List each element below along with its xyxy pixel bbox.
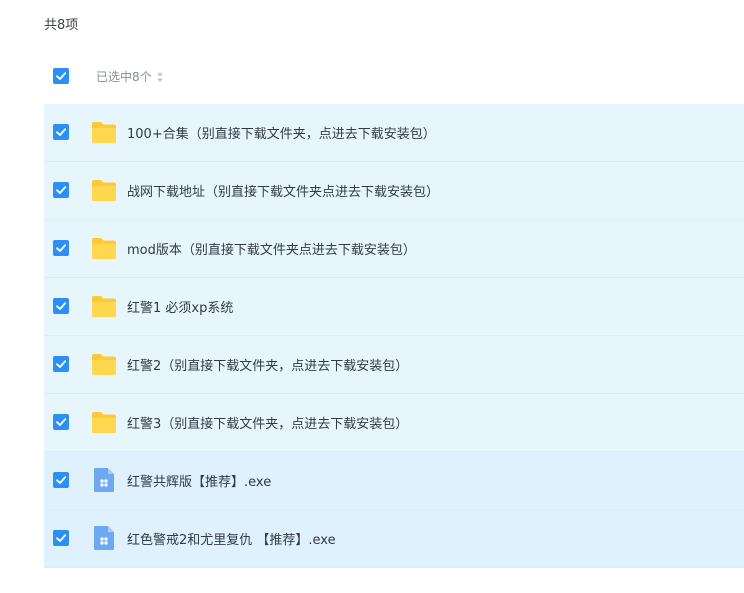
item-count: 共8项	[44, 18, 79, 33]
checkmark-icon	[56, 418, 67, 426]
list-item[interactable]: 战网下载地址（别直接下载文件夹点进去下载安装包）	[44, 162, 744, 220]
checkmark-icon	[56, 72, 67, 80]
file-name[interactable]: 红警共辉版【推荐】.exe	[127, 471, 271, 490]
folder-icon	[91, 410, 117, 434]
folder-icon	[91, 178, 117, 202]
item-checkbox[interactable]	[53, 298, 69, 314]
checkmark-icon	[56, 360, 67, 368]
list-item[interactable]: 红警2（别直接下载文件夹，点进去下载安装包）	[44, 336, 744, 394]
item-checkbox[interactable]	[53, 414, 69, 430]
list-item[interactable]: 100+合集（别直接下载文件夹，点进去下载安装包）	[44, 104, 744, 162]
selected-count-label: 已选中8个	[96, 70, 152, 84]
item-checkbox[interactable]	[53, 124, 69, 140]
checkmark-icon	[56, 128, 67, 136]
file-list: 100+合集（别直接下载文件夹，点进去下载安装包） 战网下载地址（别直接下载文件夹…	[44, 104, 744, 568]
exe-file-icon	[93, 525, 115, 551]
selected-count-sort[interactable]: 已选中8个	[96, 68, 164, 85]
folder-name[interactable]: 战网下载地址（别直接下载文件夹点进去下载安装包）	[127, 181, 439, 200]
checkmark-icon	[56, 244, 67, 252]
list-header: 已选中8个	[44, 54, 744, 100]
file-name[interactable]: 红色警戒2和尤里复仇 【推荐】.exe	[127, 529, 336, 548]
list-item[interactable]: 红警共辉版【推荐】.exe	[44, 452, 744, 510]
checkmark-icon	[56, 476, 67, 484]
list-item[interactable]: 红警1 必须xp系统	[44, 278, 744, 336]
folder-icon	[91, 294, 117, 318]
folder-name[interactable]: mod版本（别直接下载文件夹点进去下载安装包）	[127, 239, 416, 258]
item-checkbox[interactable]	[53, 182, 69, 198]
list-item[interactable]: 红色警戒2和尤里复仇 【推荐】.exe	[44, 510, 744, 568]
item-checkbox[interactable]	[53, 240, 69, 256]
list-item[interactable]: 红警3（别直接下载文件夹，点进去下载安装包）	[44, 394, 744, 452]
folder-icon	[91, 120, 117, 144]
select-all-checkbox[interactable]	[53, 68, 69, 84]
item-checkbox[interactable]	[53, 530, 69, 546]
folder-icon	[91, 236, 117, 260]
exe-file-icon	[93, 467, 115, 493]
folder-name[interactable]: 100+合集（别直接下载文件夹，点进去下载安装包）	[127, 123, 436, 142]
item-checkbox[interactable]	[53, 472, 69, 488]
item-checkbox[interactable]	[53, 356, 69, 372]
checkmark-icon	[56, 534, 67, 542]
list-item[interactable]: mod版本（别直接下载文件夹点进去下载安装包）	[44, 220, 744, 278]
sort-icon[interactable]	[156, 71, 164, 83]
checkmark-icon	[56, 302, 67, 310]
folder-name[interactable]: 红警3（别直接下载文件夹，点进去下载安装包）	[127, 413, 408, 432]
folder-name[interactable]: 红警2（别直接下载文件夹，点进去下载安装包）	[127, 355, 408, 374]
folder-icon	[91, 352, 117, 376]
folder-name[interactable]: 红警1 必须xp系统	[127, 297, 233, 316]
checkmark-icon	[56, 186, 67, 194]
